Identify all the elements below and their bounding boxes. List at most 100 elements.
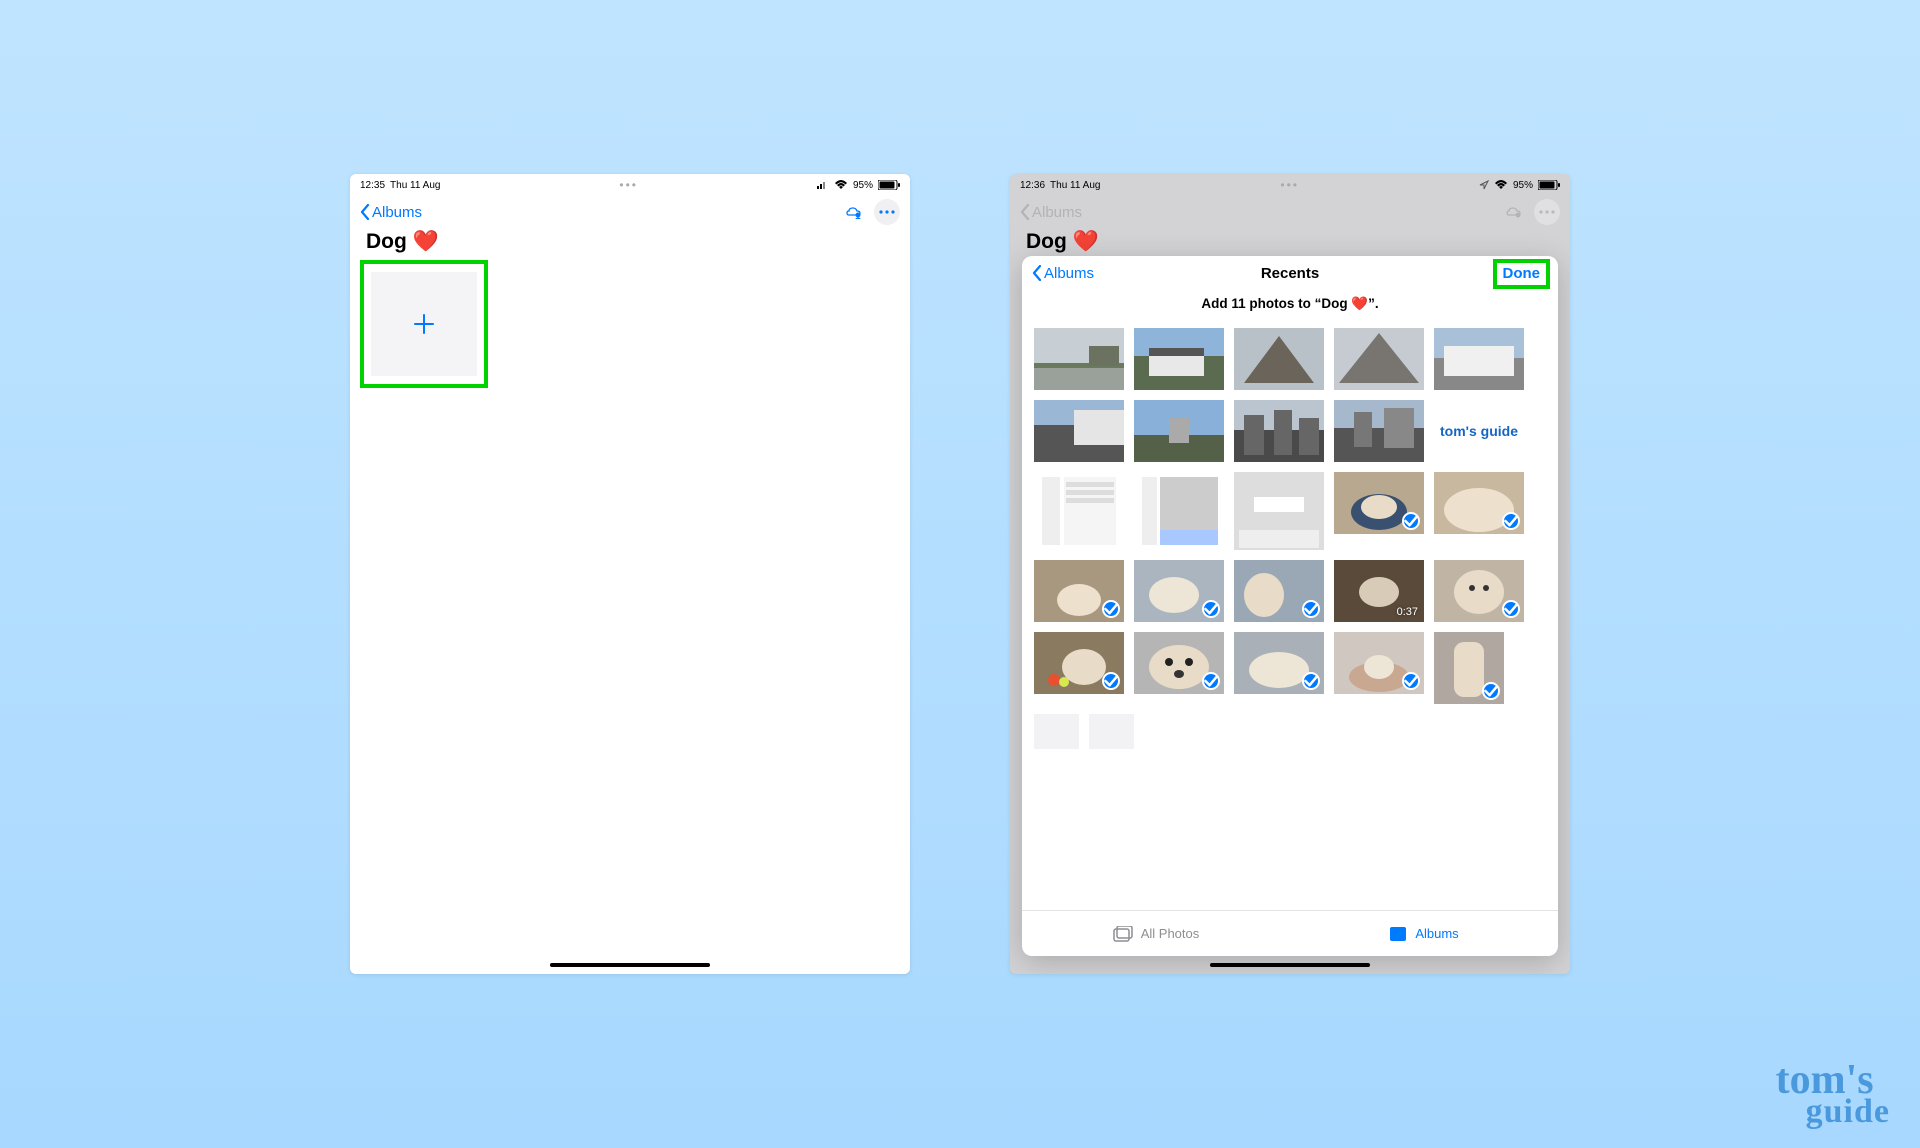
ellipsis-icon xyxy=(879,210,895,214)
video-duration: 0:37 xyxy=(1397,606,1418,618)
photo-thumbnail[interactable] xyxy=(1334,632,1424,694)
tab-label: All Photos xyxy=(1141,926,1200,941)
plus-icon xyxy=(413,313,435,335)
album-title: Dog ❤️ xyxy=(350,226,910,260)
selected-check-icon xyxy=(1402,672,1420,690)
picker-title: Recents xyxy=(1261,265,1319,282)
watermark-line2: guide xyxy=(1806,1097,1890,1128)
chevron-left-icon xyxy=(1032,265,1042,281)
selected-check-icon xyxy=(1202,672,1220,690)
selected-check-icon xyxy=(1302,600,1320,618)
selected-check-icon xyxy=(1302,672,1320,690)
chevron-left-icon xyxy=(1020,204,1030,220)
photo-thumbnail[interactable] xyxy=(1234,472,1324,550)
back-label: Albums xyxy=(1032,204,1082,221)
photo-thumbnail[interactable] xyxy=(1034,714,1079,749)
video-thumbnail[interactable]: 0:37 xyxy=(1334,560,1424,622)
chevron-left-icon xyxy=(360,204,370,220)
selected-check-icon xyxy=(1502,600,1520,618)
battery-icon xyxy=(1538,180,1560,190)
selected-check-icon xyxy=(1202,600,1220,618)
photo-thumbnail[interactable] xyxy=(1134,328,1224,390)
photo-thumbnail[interactable] xyxy=(1434,560,1524,622)
selected-check-icon xyxy=(1102,600,1120,618)
shared-library-button[interactable] xyxy=(842,199,868,225)
status-date: Thu 11 Aug xyxy=(390,180,440,191)
photo-picker-sheet: Albums Recents Done Add 11 photos to “Do… xyxy=(1022,256,1558,956)
battery-icon xyxy=(878,180,900,190)
back-button: Albums xyxy=(1020,204,1082,221)
photo-thumbnail[interactable] xyxy=(1434,632,1504,704)
watermark: tom's guide xyxy=(1776,1064,1890,1128)
tomsguide-label: tom's guide xyxy=(1440,423,1518,439)
tab-albums[interactable]: Albums xyxy=(1290,911,1558,956)
back-label: Albums xyxy=(372,204,422,221)
picker-back-button[interactable]: Albums xyxy=(1032,265,1094,282)
status-battery: 95% xyxy=(1513,180,1533,191)
photo-thumbnail[interactable] xyxy=(1034,632,1124,694)
home-indicator[interactable] xyxy=(1210,963,1370,967)
photo-thumbnail[interactable] xyxy=(1434,328,1524,390)
status-bar: 12:36 Thu 11 Aug ••• 95% xyxy=(1010,174,1570,194)
nav-bar: Albums xyxy=(350,194,910,226)
status-time: 12:36 xyxy=(1020,180,1045,191)
watermark-line1: tom's xyxy=(1776,1064,1890,1098)
wifi-icon xyxy=(1494,180,1508,190)
status-time: 12:35 xyxy=(360,180,385,191)
signal-icon xyxy=(817,181,829,189)
photo-thumbnail[interactable] xyxy=(1034,328,1124,390)
more-button[interactable] xyxy=(874,199,900,225)
ipad-right: 12:36 Thu 11 Aug ••• 95% Albums xyxy=(1010,174,1570,974)
albums-icon xyxy=(1389,926,1407,942)
highlight-box xyxy=(360,260,488,388)
picker-header: Albums Recents Done xyxy=(1022,256,1558,290)
photo-thumbnail[interactable] xyxy=(1434,472,1524,534)
picker-subtitle: Add 11 photos to “Dog ❤️”. xyxy=(1022,290,1558,324)
people-cloud-icon xyxy=(845,204,865,220)
photo-thumbnail[interactable] xyxy=(1089,714,1134,749)
photos-icon xyxy=(1113,926,1133,942)
selected-check-icon xyxy=(1502,512,1520,530)
status-battery: 95% xyxy=(853,180,873,191)
album-title: Dog ❤️ xyxy=(1010,226,1570,258)
photo-thumbnail[interactable] xyxy=(1234,328,1324,390)
more-button xyxy=(1534,199,1560,225)
wifi-icon xyxy=(834,180,848,190)
photo-thumbnail[interactable] xyxy=(1234,400,1324,462)
highlight-box: Done xyxy=(1493,259,1551,289)
photo-thumbnail[interactable] xyxy=(1134,472,1224,550)
multitask-dots[interactable]: ••• xyxy=(1280,178,1299,192)
photo-thumbnail[interactable] xyxy=(1134,560,1224,622)
photo-thumbnail[interactable] xyxy=(1134,632,1224,694)
shared-library-button xyxy=(1502,199,1528,225)
selected-check-icon xyxy=(1102,672,1120,690)
back-button[interactable]: Albums xyxy=(360,204,422,221)
picker-tabbar: All Photos Albums xyxy=(1022,910,1558,956)
picker-back-label: Albums xyxy=(1044,265,1094,282)
photo-thumbnail[interactable] xyxy=(1034,560,1124,622)
ellipsis-icon xyxy=(1539,210,1555,214)
tab-all-photos[interactable]: All Photos xyxy=(1022,911,1290,956)
nav-bar: Albums xyxy=(1010,194,1570,226)
photo-thumbnail[interactable] xyxy=(1034,400,1124,462)
photo-thumbnail[interactable] xyxy=(1334,328,1424,390)
home-indicator[interactable] xyxy=(550,963,710,967)
done-button[interactable]: Done xyxy=(1503,265,1541,282)
photo-thumbnail[interactable] xyxy=(1334,472,1424,534)
status-date: Thu 11 Aug xyxy=(1050,180,1100,191)
tab-label: Albums xyxy=(1415,926,1458,941)
photo-thumbnail[interactable] xyxy=(1134,400,1224,462)
people-cloud-icon xyxy=(1505,204,1525,220)
photo-thumbnail[interactable] xyxy=(1234,560,1324,622)
photo-thumbnail[interactable] xyxy=(1234,632,1324,694)
photo-thumbnail[interactable] xyxy=(1034,472,1124,550)
multitask-dots[interactable]: ••• xyxy=(619,178,638,192)
photo-thumbnail[interactable]: tom's guide xyxy=(1434,400,1524,462)
photo-grid[interactable]: tom's guide 0:37 xyxy=(1022,324,1558,910)
location-icon xyxy=(1479,180,1489,190)
ipad-left: 12:35 Thu 11 Aug ••• 95% Albums xyxy=(350,174,910,974)
photo-thumbnail[interactable] xyxy=(1334,400,1424,462)
selected-check-icon xyxy=(1482,682,1500,700)
selected-check-icon xyxy=(1402,512,1420,530)
add-photos-tile[interactable] xyxy=(371,272,477,376)
